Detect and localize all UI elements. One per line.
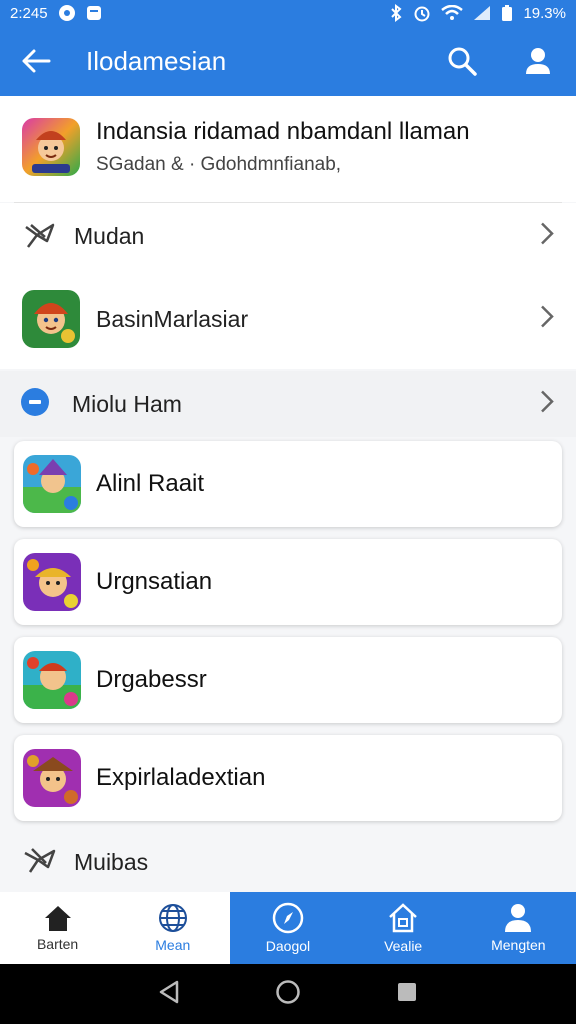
- chevron-right-icon: [540, 305, 554, 334]
- home-icon: [44, 906, 71, 931]
- row-basinmarlasiar[interactable]: BasinMarlasiar: [0, 269, 576, 369]
- bottom-nav: Barten Mean Daogol Vealie Mengten: [0, 892, 576, 964]
- signal-icon: [473, 5, 491, 21]
- globe-icon: [158, 904, 187, 932]
- card-label: Drgabessr: [96, 666, 207, 693]
- search-icon: [448, 47, 477, 76]
- account-button[interactable]: [516, 39, 560, 83]
- back-nav-button[interactable]: [158, 980, 180, 1009]
- card-label: Alinl Raait: [96, 470, 205, 497]
- home-nav-button[interactable]: [275, 979, 301, 1010]
- compass-icon: [272, 902, 304, 934]
- wifi-icon: [441, 5, 464, 21]
- nav-item-mengten[interactable]: Mengten: [460, 892, 576, 964]
- list-item[interactable]: Drgabessr: [14, 637, 562, 723]
- plane-icon: [22, 845, 58, 880]
- list-item[interactable]: Alinl Raait: [14, 441, 562, 527]
- nav-label: Mengten: [491, 937, 546, 953]
- list-item[interactable]: Expirlaladextian: [14, 735, 562, 821]
- battery-percent: 19.3%: [523, 4, 566, 22]
- nav-item-barten[interactable]: Barten: [0, 892, 116, 964]
- nav-item-mean[interactable]: Mean: [115, 892, 231, 964]
- nav-label: Daogol: [265, 938, 311, 954]
- notification-icon: [58, 4, 76, 22]
- nav-item-daogol[interactable]: Daogol: [230, 892, 346, 964]
- nav-label: Mean: [155, 937, 191, 953]
- circle-home-icon: [276, 979, 300, 1004]
- game-icon: [23, 651, 81, 709]
- chevron-right-icon: [540, 222, 554, 251]
- person-icon: [505, 904, 532, 932]
- row-miolu-ham[interactable]: Miolu Ham: [0, 371, 576, 437]
- recents-nav-button[interactable]: [396, 981, 418, 1008]
- row-label: Mudan: [74, 222, 145, 249]
- app-bar: Ilodamesian: [0, 26, 576, 96]
- triangle-back-icon: [159, 980, 178, 1003]
- back-button[interactable]: [16, 41, 56, 81]
- square-recents-icon: [398, 982, 417, 1001]
- app-header-card: Indansia ridamad nbamdanl llaman SGadan …: [0, 96, 576, 202]
- game-icon: [22, 290, 80, 348]
- status-time: 2:245: [10, 4, 48, 22]
- list-item[interactable]: Urgnsatian: [14, 539, 562, 625]
- row-label: BasinMarlasiar: [96, 305, 249, 332]
- alarm-icon: [413, 4, 431, 22]
- page-title: Ilodamesian: [86, 45, 227, 76]
- system-nav-bar: [0, 964, 576, 1024]
- content: Indansia ridamad nbamdanl llaman SGadan …: [0, 96, 576, 892]
- game-icon: [23, 553, 81, 611]
- row-label: Miolu Ham: [72, 390, 182, 417]
- nav-label: Barten: [36, 936, 79, 952]
- app-icon: [22, 118, 80, 176]
- row-mudan[interactable]: Mudan: [0, 203, 576, 269]
- card-label: Urgnsatian: [96, 568, 213, 595]
- section-label: Muibas: [74, 848, 149, 875]
- person-icon: [526, 48, 550, 74]
- nav-item-vealie[interactable]: Vealie: [345, 892, 461, 964]
- search-button[interactable]: [440, 39, 484, 83]
- nav-label: Vealie: [384, 938, 423, 954]
- arrow-left-icon: [22, 49, 51, 73]
- app-notification-icon: [86, 5, 102, 21]
- minus-circle-icon: [20, 387, 50, 422]
- chevron-right-icon: [540, 390, 554, 419]
- card-label: Expirlaladextian: [96, 764, 266, 791]
- game-icon: [23, 455, 81, 513]
- house-icon: [389, 903, 418, 933]
- app-name: Indansia ridamad nbamdanl llaman: [96, 118, 470, 145]
- section-muibas[interactable]: Muibas: [0, 832, 576, 892]
- game-icon: [23, 749, 81, 807]
- app-subtitle: SGadan & · Gdohdmnfianab,: [96, 154, 342, 175]
- plane-icon: [22, 221, 58, 251]
- battery-icon: [501, 4, 513, 22]
- bluetooth-icon: [389, 4, 403, 22]
- status-bar: 2:245 19.3%: [0, 0, 576, 26]
